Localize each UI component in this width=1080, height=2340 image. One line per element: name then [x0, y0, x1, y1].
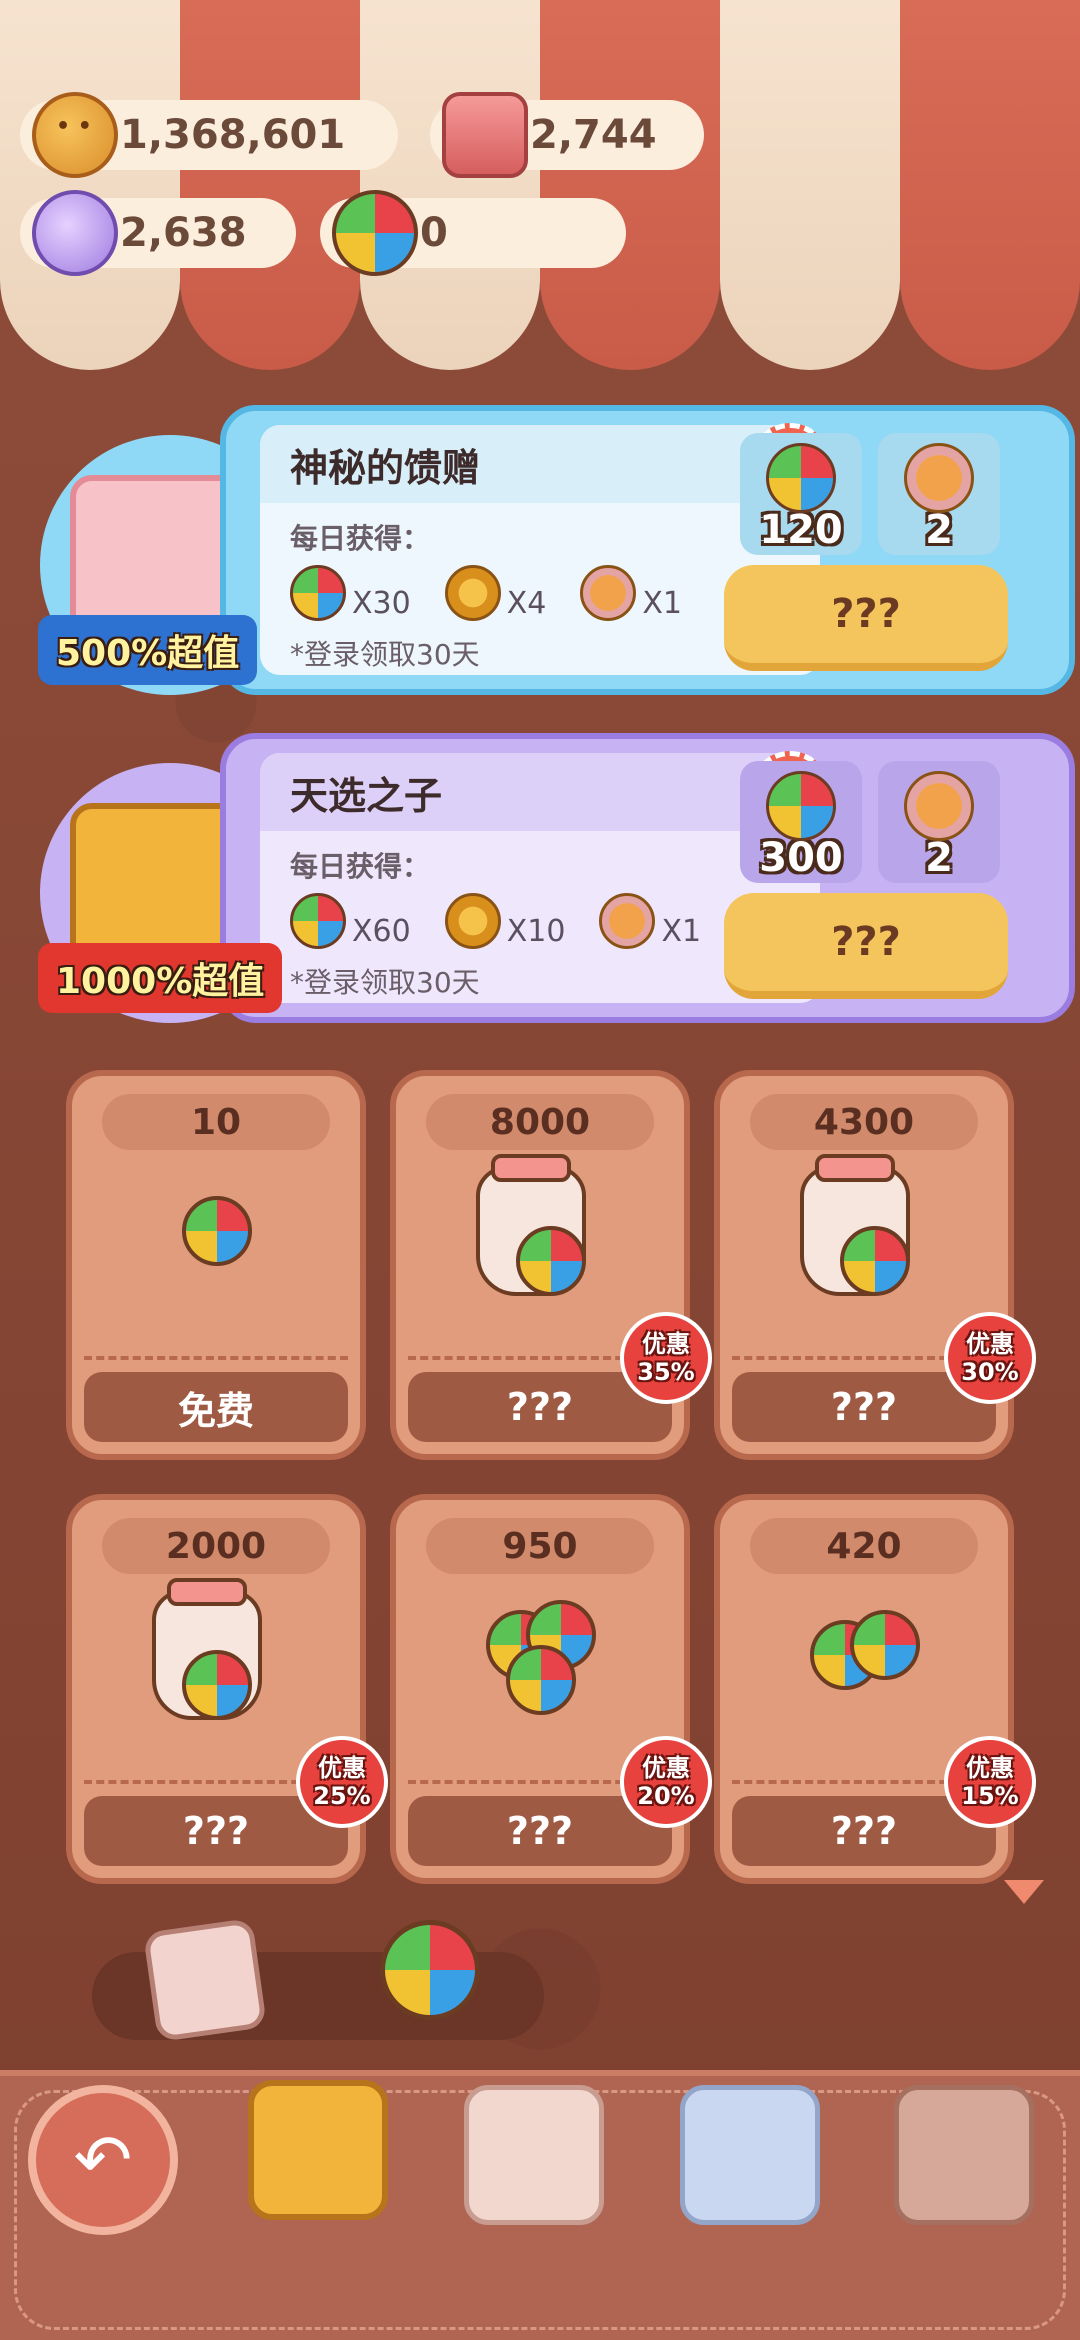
discount-badge: 优惠 15% — [944, 1736, 1036, 1828]
item-price: 4300 — [750, 1094, 978, 1150]
windmill-jar-icon — [800, 1154, 920, 1296]
scissors-icon — [444, 565, 501, 621]
login-note: *登录领取30天 — [290, 638, 480, 671]
premium-card-chosen-one[interactable]: 天选之子 每日获得： X60 X10 X1 *登录领取30天 300 2 ???… — [38, 733, 1075, 1023]
back-button[interactable]: ↶ — [28, 2085, 178, 2235]
buy-button[interactable]: ??? — [724, 565, 1008, 671]
shop-item-2000[interactable]: 2000 ??? — [66, 1494, 366, 1884]
cookie-bag-icon — [904, 771, 974, 841]
windmill-category-icon[interactable] — [380, 1920, 480, 2020]
windmill-jar-icon — [152, 1578, 272, 1720]
item-price: 950 — [426, 1518, 654, 1574]
reward-qty: X1 — [642, 586, 683, 621]
reward-qty: X10 — [506, 914, 566, 949]
windmill-icon — [332, 190, 418, 276]
cookie-coin-icon — [32, 92, 118, 178]
windmill-icon — [766, 771, 836, 841]
premium-title: 天选之子 — [260, 753, 820, 831]
daily-label: 每日获得： — [290, 850, 431, 883]
item-price: 10 — [102, 1094, 330, 1150]
windmill-icon — [290, 893, 346, 949]
shop-awning — [0, 0, 1080, 370]
tab-gacha-machine[interactable] — [894, 2085, 1034, 2225]
item-price: 2000 — [102, 1518, 330, 1574]
reward-qty: X4 — [506, 586, 547, 621]
bonus-windmill-slot: 300 — [740, 761, 862, 883]
discount-badge: 优惠 35% — [620, 1312, 712, 1404]
windmill-icon — [162, 1176, 272, 1286]
free-button[interactable]: 免费 — [84, 1372, 348, 1442]
premium-card-mystery-gift[interactable]: 神秘的馈赠 每日获得： X30 X4 X1 *登录领取30天 120 2 ???… — [38, 405, 1075, 695]
item-price: 8000 — [426, 1094, 654, 1150]
cookie-portrait-frame-icon[interactable] — [142, 1917, 268, 2043]
candy-value: 2,638 — [120, 210, 247, 256]
currency-coin[interactable]: 1,368,601 — [20, 92, 398, 178]
bonus-windmill-slot: 120 — [740, 433, 862, 555]
scissors-icon — [444, 893, 501, 949]
candy-icon — [32, 190, 118, 276]
windmill-jars-icon — [476, 1154, 596, 1296]
reward-qty: X1 — [661, 914, 702, 949]
reward-qty: X30 — [352, 586, 411, 621]
discount-badge: 优惠 20% — [620, 1736, 712, 1828]
value-ribbon: 500%超值 — [38, 615, 258, 685]
discount-badge: 优惠 25% — [296, 1736, 388, 1828]
back-arrow-icon: ↶ — [73, 2119, 133, 2201]
daily-label: 每日获得： — [290, 522, 431, 555]
currency-candy[interactable]: 2,638 — [20, 190, 296, 276]
premium-title: 神秘的馈赠 — [260, 425, 820, 503]
shop-item-10[interactable]: 10 免费 — [66, 1070, 366, 1460]
candle-icon — [442, 92, 528, 178]
shop-item-950[interactable]: 950 ??? — [390, 1494, 690, 1884]
currency-candle[interactable]: 2,744 — [430, 92, 704, 178]
reward-qty: X60 — [352, 914, 411, 949]
windmill-icon — [766, 443, 836, 513]
buy-button[interactable]: ??? — [724, 893, 1008, 999]
discount-badge: 优惠 30% — [944, 1312, 1036, 1404]
candle-value: 2,744 — [530, 112, 657, 158]
windmill-bunch-icon — [486, 1600, 596, 1715]
tab-wardrobe[interactable] — [680, 2085, 820, 2225]
windmill-value: 0 — [420, 210, 448, 256]
item-price: 420 — [750, 1518, 978, 1574]
currency-windmill[interactable]: 0 — [320, 190, 626, 276]
login-note: *登录领取30天 — [290, 966, 480, 999]
shop-item-420[interactable]: 420 ??? — [714, 1494, 1014, 1884]
cookie-plate-icon — [580, 565, 637, 621]
tab-storage-box[interactable] — [464, 2085, 604, 2225]
tab-ticket-shop[interactable] — [248, 2080, 388, 2220]
bonus-cookie-bag-slot: 2 — [878, 761, 1000, 883]
cookie-plate-icon — [599, 893, 656, 949]
shop-item-8000[interactable]: 8000 ??? — [390, 1070, 690, 1460]
cookie-plate-icon — [904, 443, 974, 513]
windmill-pair-icon — [810, 1600, 920, 1710]
value-ribbon: 1000%超值 — [38, 943, 283, 1013]
bonus-cookie-slot: 2 — [878, 433, 1000, 555]
shop-item-4300[interactable]: 4300 ??? — [714, 1070, 1014, 1460]
windmill-icon — [290, 565, 346, 621]
coin-value: 1,368,601 — [120, 112, 346, 158]
